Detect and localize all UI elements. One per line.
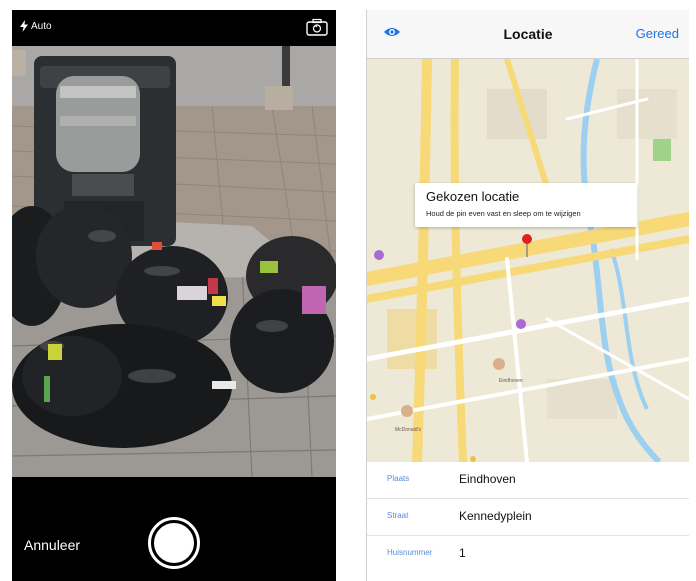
street-row[interactable]: Straat Kennedyplein <box>367 499 689 536</box>
camera-bottom-bar: Annuleer <box>12 477 336 581</box>
switch-camera-icon[interactable] <box>306 18 328 36</box>
flash-icon <box>20 20 28 32</box>
camera-screen: Auto Annuleer <box>12 10 336 581</box>
cancel-button[interactable]: Annuleer <box>24 537 80 553</box>
house-number-field[interactable]: 1 <box>459 546 466 560</box>
camera-top-bar: Auto <box>12 10 336 46</box>
done-button[interactable]: Gereed <box>636 26 679 41</box>
address-form: Plaats Eindhoven Straat Kennedyplein Hui… <box>367 462 689 581</box>
viewfinder-image <box>12 46 336 477</box>
camera-viewfinder <box>12 46 336 477</box>
city-row[interactable]: Plaats Eindhoven <box>367 462 689 499</box>
location-screen: Locatie Gereed Eindhoven McDonald's Geko… <box>366 10 689 581</box>
shutter-inner <box>154 523 194 563</box>
house-number-row[interactable]: Huisnummer 1 <box>367 536 689 572</box>
city-label: Plaats <box>387 474 410 483</box>
callout-subtitle: Houd de pin even vast en sleep om te wij… <box>426 209 581 218</box>
map-canvas[interactable]: Eindhoven McDonald's <box>367 59 689 462</box>
map-label-mcdonalds: McDonald's <box>395 427 421 433</box>
map-view[interactable]: Eindhoven McDonald's Gekozen locatie Hou… <box>367 59 689 462</box>
street-label: Straat <box>387 511 409 520</box>
city-field[interactable]: Eindhoven <box>459 472 516 486</box>
shutter-button[interactable] <box>148 517 200 569</box>
flash-label: Auto <box>31 20 52 32</box>
street-field[interactable]: Kennedyplein <box>459 509 532 523</box>
callout-title: Gekozen locatie <box>426 189 520 204</box>
map-label-eindhoven: Eindhoven <box>499 378 523 384</box>
location-pin <box>522 234 532 244</box>
house-number-label: Huisnummer <box>387 548 433 557</box>
location-callout: Gekozen locatie Houd de pin even vast en… <box>415 183 637 227</box>
flash-toggle[interactable]: Auto <box>20 20 52 32</box>
navigation-bar: Locatie Gereed <box>367 10 689 59</box>
